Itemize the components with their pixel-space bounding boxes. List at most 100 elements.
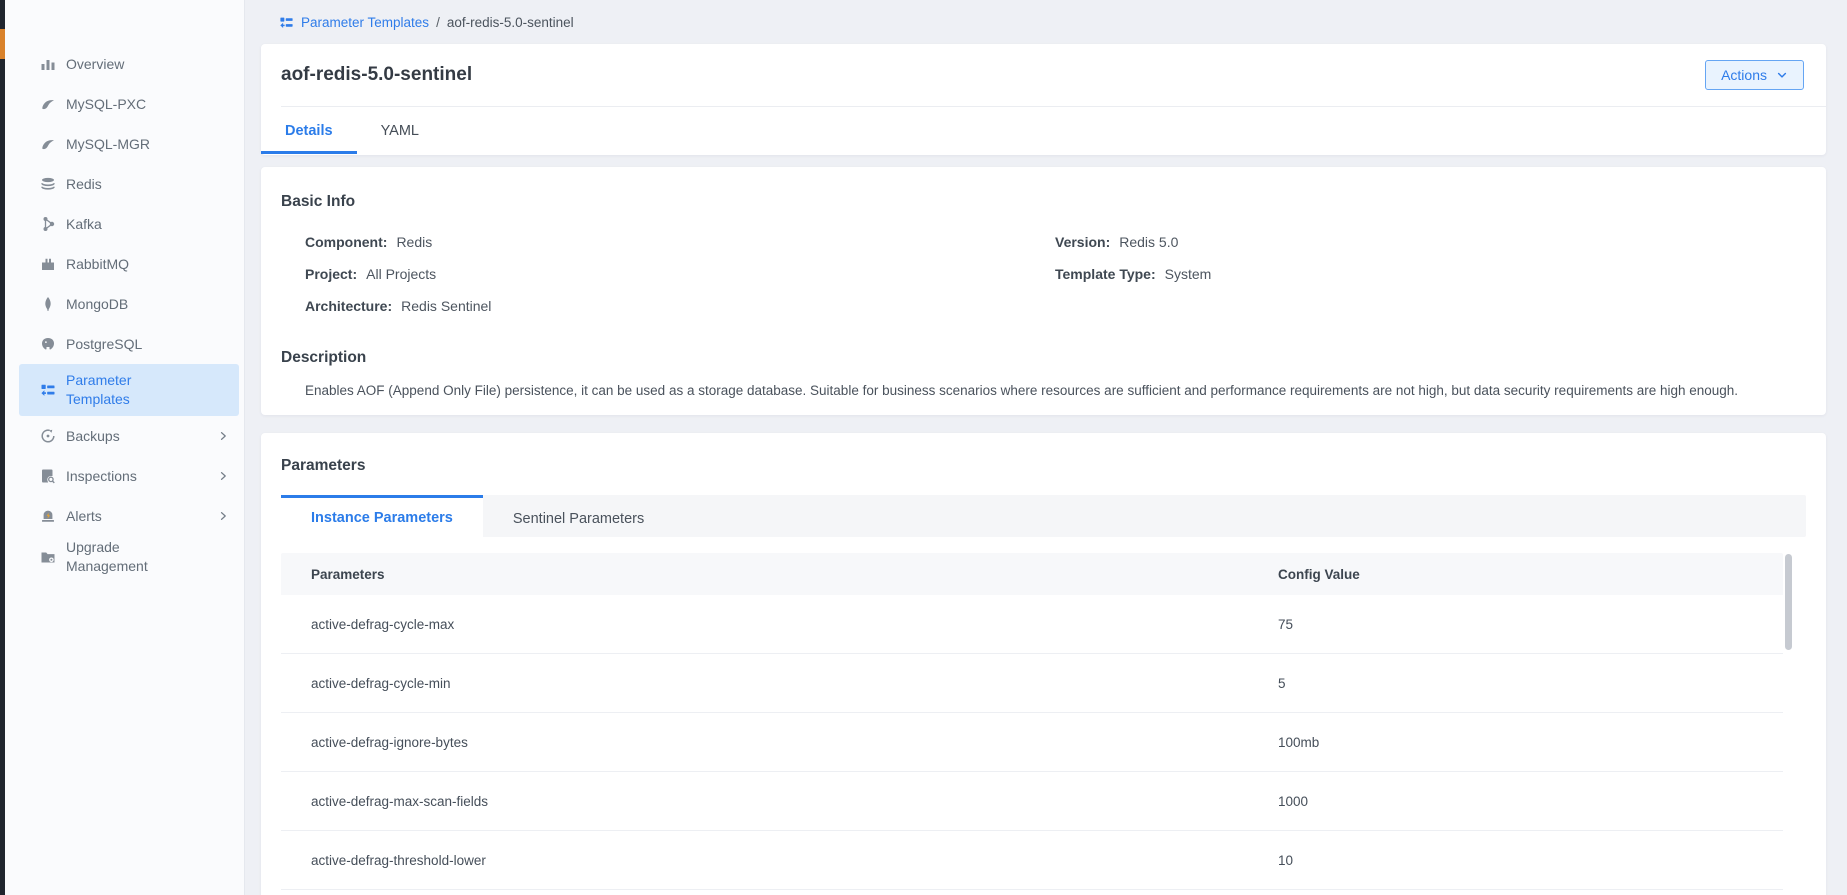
sidebar-item-label: Alerts — [66, 507, 102, 526]
sidebar-menu: Overview MySQL-PXC MySQL-MGR Redis Kafka… — [5, 44, 244, 578]
cell-config-value: 10 — [1278, 853, 1783, 868]
cell-config-value: 1000 — [1278, 794, 1783, 809]
folder-gear-icon — [40, 549, 56, 565]
sidebar-item-parameter-templates[interactable]: Parameter Templates — [19, 364, 239, 416]
sidebar-item-backups[interactable]: Backups — [19, 416, 239, 456]
cell-parameter: active-defrag-cycle-min — [281, 676, 1278, 691]
info-field-label: Template Type: — [1055, 266, 1156, 282]
sidebar-item-label: MySQL-PXC — [66, 95, 146, 114]
sidebar-item-mysql-pxc[interactable]: MySQL-PXC — [19, 84, 239, 124]
leaf-icon — [40, 296, 56, 312]
elephant-icon — [40, 336, 56, 352]
info-field-value: System — [1165, 266, 1212, 282]
sidebar-item-overview[interactable]: Overview — [19, 44, 239, 84]
sidebar-item-label: RabbitMQ — [66, 255, 129, 274]
cell-parameter: active-defrag-threshold-lower — [281, 853, 1278, 868]
basic-info-heading: Basic Info — [281, 193, 1806, 211]
chevron-right-icon — [217, 470, 229, 482]
table-body: active-defrag-cycle-max 75 active-defrag… — [281, 595, 1783, 890]
tab-instance-parameters[interactable]: Instance Parameters — [281, 495, 483, 537]
table-row: active-defrag-cycle-max 75 — [281, 595, 1783, 654]
bar-chart-icon — [40, 56, 56, 72]
sidebar-item-kafka[interactable]: Kafka — [19, 204, 239, 244]
chevron-right-icon — [217, 430, 229, 442]
factory-icon — [40, 256, 56, 272]
sidebar-item-inspections[interactable]: Inspections — [19, 456, 239, 496]
info-field: Architecture: Redis Sentinel — [305, 292, 1055, 319]
cell-config-value: 5 — [1278, 676, 1783, 691]
column-header-config-value: Config Value — [1278, 567, 1783, 582]
breadcrumb: Parameter Templates / aof-redis-5.0-sent… — [279, 12, 1826, 32]
info-field: Version: Redis 5.0 — [1055, 228, 1806, 255]
cell-parameter: active-defrag-cycle-max — [281, 617, 1278, 632]
tab-yaml[interactable]: YAML — [357, 107, 443, 154]
sidebar-item-label: PostgreSQL — [66, 335, 142, 354]
parameter-templates-icon — [279, 15, 294, 30]
sidebar-item-label: MySQL-MGR — [66, 135, 150, 154]
basic-info-right-column: Version: Redis 5.0 Template Type: System — [1055, 228, 1806, 324]
description-heading: Description — [281, 349, 1806, 367]
breadcrumb-current: aof-redis-5.0-sentinel — [447, 15, 574, 30]
dolphin-icon — [40, 136, 56, 152]
table-header-row: Parameters Config Value — [281, 553, 1783, 595]
info-field-label: Version: — [1055, 234, 1110, 250]
info-field-label: Component: — [305, 234, 387, 250]
detail-tabs: DetailsYAML — [261, 107, 1826, 154]
main-content: Parameter Templates / aof-redis-5.0-sent… — [245, 0, 1847, 895]
sidebar-item-mysql-mgr[interactable]: MySQL-MGR — [19, 124, 239, 164]
sidebar-item-label: Inspections — [66, 467, 137, 486]
parameters-tabs: Instance ParametersSentinel Parameters — [281, 495, 1806, 537]
backup-restore-icon — [40, 428, 56, 444]
tab-sentinel-parameters[interactable]: Sentinel Parameters — [483, 495, 674, 537]
basic-info-left-column: Component: Redis Project: All Projects A… — [305, 228, 1055, 324]
sidebar-item-alerts[interactable]: Alerts — [19, 496, 239, 536]
basic-info-grid: Component: Redis Project: All Projects A… — [305, 228, 1806, 324]
info-field-value: All Projects — [366, 266, 436, 282]
info-field-label: Architecture: — [305, 298, 392, 314]
basic-info-card: Basic Info Component: Redis Project: All… — [261, 167, 1826, 415]
document-search-icon — [40, 468, 56, 484]
parameters-card: Parameters Instance ParametersSentinel P… — [261, 433, 1826, 895]
sidebar-item-redis[interactable]: Redis — [19, 164, 239, 204]
sidebar-item-label: Parameter Templates — [66, 371, 184, 409]
sidebar-item-label: Backups — [66, 427, 120, 446]
cell-parameter: active-defrag-ignore-bytes — [281, 735, 1278, 750]
table-row: active-defrag-threshold-lower 10 — [281, 831, 1783, 890]
table-row: active-defrag-cycle-min 5 — [281, 654, 1783, 713]
sidebar-item-label: Redis — [66, 175, 102, 194]
sidebar-item-label: Overview — [66, 55, 124, 74]
info-field: Component: Redis — [305, 228, 1055, 255]
info-field-value: Redis Sentinel — [401, 298, 491, 314]
cell-config-value: 100mb — [1278, 735, 1783, 750]
layers-icon — [40, 176, 56, 192]
nav-strip-accent — [0, 29, 5, 59]
parameters-heading: Parameters — [281, 457, 1806, 475]
sidebar-item-mongodb[interactable]: MongoDB — [19, 284, 239, 324]
breadcrumb-separator: / — [436, 15, 440, 30]
sidebar-item-postgresql[interactable]: PostgreSQL — [19, 324, 239, 364]
info-field-label: Project: — [305, 266, 357, 282]
parameters-table: Parameters Config Value active-defrag-cy… — [281, 553, 1806, 890]
sidebar-item-rabbitmq[interactable]: RabbitMQ — [19, 244, 239, 284]
description-text: Enables AOF (Append Only File) persisten… — [305, 382, 1806, 400]
sidebar-item-label: MongoDB — [66, 295, 128, 314]
info-field-value: Redis 5.0 — [1119, 234, 1178, 250]
sidebar-item-label: Kafka — [66, 215, 102, 234]
collapsed-nav-strip — [0, 0, 5, 895]
alarm-icon — [40, 508, 56, 524]
sidebar-item-upgrade-management[interactable]: Upgrade Management — [19, 536, 239, 578]
actions-button[interactable]: Actions — [1705, 60, 1804, 90]
breadcrumb-root-link[interactable]: Parameter Templates — [301, 15, 429, 30]
column-header-parameters: Parameters — [281, 567, 1278, 582]
actions-button-label: Actions — [1721, 67, 1767, 83]
page-title: aof-redis-5.0-sentinel — [281, 64, 472, 86]
info-field: Template Type: System — [1055, 260, 1806, 287]
dolphin-icon — [40, 96, 56, 112]
header-card: aof-redis-5.0-sentinel Actions DetailsYA… — [261, 44, 1826, 155]
cell-parameter: active-defrag-max-scan-fields — [281, 794, 1278, 809]
header-row: aof-redis-5.0-sentinel Actions — [261, 44, 1826, 106]
table-scrollbar-thumb[interactable] — [1785, 554, 1792, 650]
chevron-down-icon — [1776, 69, 1788, 81]
tab-details[interactable]: Details — [261, 107, 357, 154]
info-field: Project: All Projects — [305, 260, 1055, 287]
